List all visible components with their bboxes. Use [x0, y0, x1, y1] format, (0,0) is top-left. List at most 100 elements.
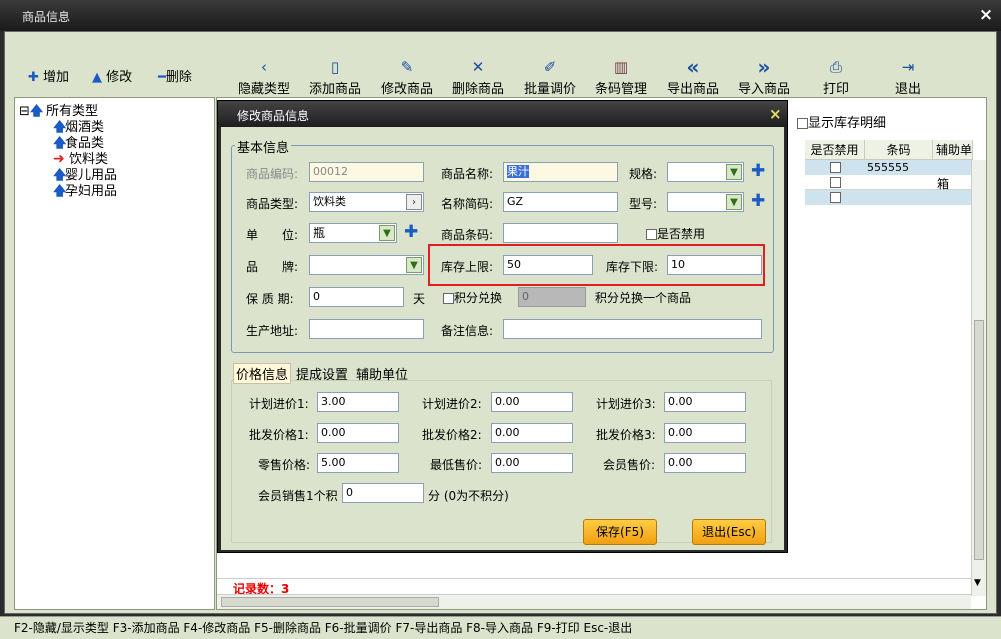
table-row[interactable]: 555555 — [805, 160, 973, 175]
wholesale-2-field[interactable]: 0.00 — [491, 423, 573, 443]
wholesale-1-label: 批发价格1: — [249, 428, 309, 442]
points-tip: 积分兑换一个商品 — [595, 291, 692, 305]
edit-product-button[interactable]: ✎ 修改商品 — [377, 58, 437, 97]
plan-price-1-field[interactable]: 3.00 — [317, 392, 399, 412]
member-points-field[interactable]: 0 — [342, 483, 424, 503]
shelf-life-field[interactable]: 0 — [309, 287, 404, 307]
import-button[interactable]: » 导入商品 — [734, 57, 794, 97]
chevron-down-icon[interactable]: ▼ — [726, 194, 742, 210]
pen-icon: ✐ — [543, 58, 557, 76]
tab-price[interactable]: 价格信息 — [233, 363, 292, 384]
print-label: 打印 — [822, 82, 849, 97]
chevron-down-icon[interactable]: ▼ — [379, 225, 395, 241]
origin-field[interactable] — [309, 319, 424, 339]
barcode-button[interactable]: ▥ 条码管理 — [591, 58, 651, 97]
batch-price-button[interactable]: ✐ 批量调价 — [520, 58, 580, 97]
save-button[interactable]: 保存(F5) — [583, 519, 657, 545]
grid-header-barcode[interactable]: 条码 — [865, 140, 933, 160]
dialog-exit-button[interactable]: 退出(Esc) — [692, 519, 766, 545]
edit-button[interactable]: ▲ 修改 — [92, 66, 132, 85]
chevron-down-icon[interactable]: ▼ — [406, 257, 422, 273]
plan-price-1-label: 计划进价1: — [249, 397, 309, 411]
name-field[interactable]: 果汁 — [503, 162, 618, 182]
checkbox-box[interactable] — [646, 229, 657, 240]
points-checkbox[interactable]: 积分兑换 — [443, 289, 502, 306]
plan-price-2-field[interactable]: 0.00 — [491, 392, 573, 412]
disabled-checkbox[interactable]: 是否禁用 — [646, 225, 705, 242]
remark-label: 备注信息: — [441, 324, 494, 338]
print-button[interactable]: ⎙ 打印 — [806, 58, 866, 97]
collapse-icon[interactable]: ⊟ — [19, 104, 30, 119]
window-title: 商品信息 — [22, 10, 71, 24]
barcode-icon: ▥ — [613, 58, 629, 76]
barcode-field[interactable] — [503, 223, 618, 243]
scroll-down-icon[interactable]: ▼ — [974, 578, 981, 588]
min-price-field[interactable]: 0.00 — [491, 453, 573, 473]
row-checkbox[interactable] — [830, 192, 841, 203]
dialog-titlebar: 修改商品信息 × — [218, 101, 787, 127]
stock-min-field[interactable]: 10 — [667, 255, 762, 275]
scrollbar-thumb[interactable] — [974, 320, 984, 560]
status-bar: F2-隐藏/显示类型 F3-添加商品 F4-修改商品 F5-删除商品 F6-批量… — [0, 616, 1001, 639]
export-button[interactable]: « 导出商品 — [663, 57, 723, 97]
add-spec-icon[interactable]: ✚ — [751, 161, 765, 181]
tab-commission[interactable]: 提成设置 — [296, 364, 348, 383]
add-button[interactable]: ✚ 增加 — [28, 66, 69, 85]
chevron-right-icon[interactable]: › — [406, 194, 422, 210]
add-unit-icon[interactable]: ✚ — [404, 222, 418, 242]
retail-price-field[interactable]: 5.00 — [317, 453, 399, 473]
hscroll-thumb[interactable] — [221, 597, 439, 607]
remark-field[interactable] — [503, 319, 762, 339]
wholesale-3-field[interactable]: 0.00 — [664, 423, 746, 443]
unit-select[interactable]: 瓶 ▼ — [309, 223, 397, 243]
plan-price-3-field[interactable]: 0.00 — [664, 392, 746, 412]
checkbox-box[interactable] — [797, 118, 808, 129]
table-row[interactable]: 箱 — [805, 175, 973, 191]
points-field[interactable]: 0 — [518, 287, 586, 307]
delete-button[interactable]: ━删除 — [158, 66, 192, 85]
brand-select[interactable]: ▼ — [309, 255, 424, 275]
document-icon: ▯ — [330, 58, 340, 76]
add-model-icon[interactable]: ✚ — [751, 191, 765, 211]
wholesale-1-field[interactable]: 0.00 — [317, 423, 399, 443]
exit-button[interactable]: ⇥ 退出 — [878, 58, 938, 97]
tab-aux-unit[interactable]: 辅助单位 — [356, 364, 408, 383]
vertical-scrollbar[interactable]: ▼ — [971, 160, 986, 596]
edit-product-label: 修改商品 — [380, 82, 433, 97]
barcode-label: 商品条码: — [441, 228, 494, 242]
group-title: 基本信息 — [235, 137, 292, 156]
add-product-button[interactable]: ▯ 添加商品 — [305, 58, 365, 97]
window-close-button[interactable]: × — [976, 5, 996, 25]
delete-product-button[interactable]: ✕ 删除商品 — [448, 58, 508, 97]
edit-document-icon: ✎ — [400, 58, 414, 76]
show-stock-checkbox[interactable]: 显示库存明细 — [797, 112, 886, 131]
dialog-close-button[interactable]: × — [769, 105, 782, 123]
shelf-life-label: 保 质 期: — [246, 292, 294, 306]
wholesale-3-label: 批发价格3: — [596, 428, 656, 442]
exit-label: 退出 — [894, 82, 921, 97]
import-label: 导入商品 — [737, 82, 790, 97]
stock-max-field[interactable]: 50 — [503, 255, 593, 275]
hide-type-button[interactable]: ‹ 隐藏类型 — [234, 58, 294, 97]
horizontal-scrollbar[interactable] — [217, 594, 971, 609]
table-row[interactable] — [805, 190, 973, 205]
day-unit-label: 天 — [413, 292, 426, 306]
type-field[interactable]: 饮料类 › — [309, 192, 424, 212]
row-checkbox[interactable] — [830, 177, 841, 188]
checkbox-box[interactable] — [443, 293, 454, 304]
model-select[interactable]: ▼ — [667, 192, 744, 212]
grid-header-unit[interactable]: 辅助单 — [933, 140, 973, 160]
points-label: 积分兑换 — [454, 291, 503, 305]
brand-label: 品 牌: — [246, 260, 299, 274]
model-label: 型号: — [629, 197, 658, 211]
grid-header-disabled[interactable]: 是否禁用 — [805, 140, 865, 160]
spec-select[interactable]: ▼ — [667, 162, 744, 182]
member-price-field[interactable]: 0.00 — [664, 453, 746, 473]
arrow-up-icon: 🡅 — [29, 104, 44, 119]
tree-item-maternity[interactable]: 🡅孕妇用品 — [53, 180, 117, 204]
row-checkbox[interactable] — [830, 162, 841, 173]
short-code-field[interactable]: GZ — [503, 192, 618, 212]
stock-max-label: 库存上限: — [441, 260, 494, 274]
code-field[interactable]: 00012 — [309, 162, 424, 182]
chevron-down-icon[interactable]: ▼ — [726, 164, 742, 180]
